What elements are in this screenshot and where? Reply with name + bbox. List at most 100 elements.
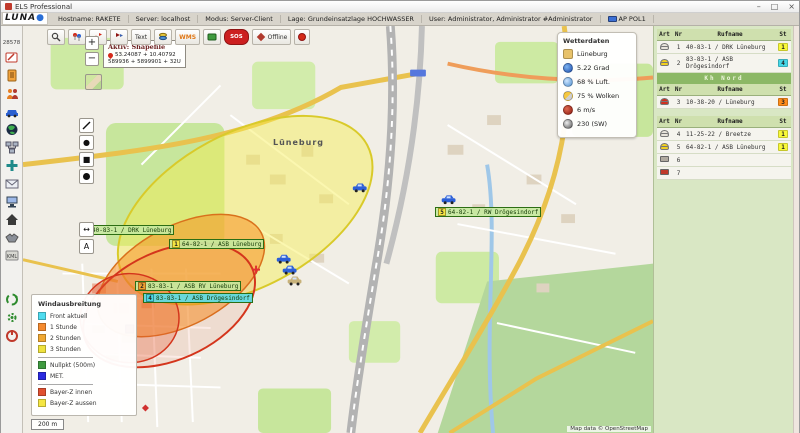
- zoom-in-button[interactable]: +: [85, 36, 99, 50]
- unit-row[interactable]: 7: [657, 167, 791, 180]
- topology-button[interactable]: [2, 138, 21, 156]
- unit-number-badge: 5: [438, 208, 446, 216]
- mail-button[interactable]: [2, 174, 21, 192]
- tablet-button[interactable]: [2, 48, 21, 66]
- ap-field: AP POL1: [601, 15, 654, 23]
- kml-button[interactable]: KML: [2, 246, 21, 264]
- unit-row[interactable]: 6: [657, 154, 791, 167]
- maximize-button[interactable]: □: [771, 3, 779, 11]
- weather-row: 5.22 Grad: [563, 63, 631, 73]
- units-sidebar: Art Nr Rufname St 1 40-83-1 / DRK Lünebu…: [653, 26, 793, 433]
- search-button[interactable]: [47, 29, 65, 45]
- measure-tools: ↔ A: [79, 222, 94, 254]
- record-icon: [298, 33, 306, 41]
- legend-item: Bayer-Z innen: [38, 388, 130, 396]
- helmet-icon: [660, 130, 669, 136]
- units-table-2: Art Nr Rufname St 3 10-38-20 / Lüneburg …: [657, 84, 791, 109]
- measure-button[interactable]: ↔: [79, 222, 94, 237]
- ap-label: AP POL1: [619, 15, 646, 23]
- draw-point-button[interactable]: ●: [79, 135, 94, 150]
- coins-button[interactable]: [154, 29, 172, 45]
- status-badge: 1: [778, 43, 788, 51]
- minimap-button[interactable]: [85, 74, 102, 90]
- luna-logo: LUNA●: [2, 12, 48, 25]
- map-unit-label[interactable]: 164-82-1 / ASB Lüneburg: [169, 239, 264, 249]
- status-badge: 4: [778, 59, 788, 67]
- unit-row[interactable]: 2 83-83-1 / ASB Drögesindorf 4: [657, 54, 791, 73]
- settings-gear-icon[interactable]: [2, 308, 21, 326]
- legend-item: MET.: [38, 372, 130, 380]
- clouds-icon: [563, 91, 573, 101]
- swatch-bayer-aussen: [38, 399, 46, 407]
- swatch-nullpkt: [38, 361, 46, 369]
- wind-direction-icon: [563, 119, 573, 129]
- hostname-field: Hostname: RAKETE: [51, 15, 129, 23]
- app-icon: [5, 3, 12, 10]
- pin-icon: [107, 51, 114, 58]
- weather-row: 6 m/s: [563, 105, 631, 115]
- sync-button[interactable]: [2, 290, 21, 308]
- draw-tools: ● ■: [79, 118, 94, 184]
- weather-row: 68 % Luft.: [563, 77, 631, 87]
- power-button[interactable]: [2, 326, 21, 344]
- latlon-readout: 53.24087 + 10.40792: [115, 52, 176, 58]
- wms-button[interactable]: WMS: [175, 29, 200, 45]
- offline-button[interactable]: Offline: [252, 29, 292, 45]
- layers-button[interactable]: [203, 29, 221, 45]
- map-attribution: Map data © OpenStreetMap: [567, 426, 651, 432]
- section-band: Kh Nord: [657, 73, 791, 84]
- draw-circle-button[interactable]: [79, 169, 94, 184]
- unit-number-badge: 2: [138, 282, 146, 290]
- map-viewport[interactable]: Lüneburg Text WMS SOS Offline + −: [23, 26, 653, 433]
- svg-text:KML: KML: [6, 254, 17, 260]
- weather-row: 75 % Wolken: [563, 91, 631, 101]
- sos-button[interactable]: SOS: [224, 29, 249, 45]
- globe-button[interactable]: [2, 120, 21, 138]
- legend-divider: [38, 357, 93, 358]
- journal-button[interactable]: [2, 66, 21, 84]
- label-text-button[interactable]: A: [79, 239, 94, 254]
- markers-button[interactable]: [68, 29, 86, 45]
- zoom-out-button[interactable]: −: [85, 52, 99, 66]
- legend-item: 2 Stunden: [38, 334, 130, 342]
- server-field: Server: localhost: [129, 15, 199, 23]
- text-tool-button[interactable]: Text: [131, 29, 151, 45]
- status-info-bar: Hostname: RAKETE Server: localhost Modus…: [1, 13, 799, 26]
- legend-item: 1 Stunde: [38, 323, 130, 331]
- handshake-button[interactable]: [2, 228, 21, 246]
- status-badge: 1: [778, 143, 788, 151]
- helmet-icon: [660, 59, 669, 65]
- weather-row: 230 (SW): [563, 119, 631, 129]
- window-title: ELS Professional: [15, 3, 72, 11]
- workstation-button[interactable]: [2, 192, 21, 210]
- unit-row[interactable]: 1 40-83-1 / DRK Lüneburg 1: [657, 41, 791, 54]
- record-button[interactable]: [294, 29, 310, 45]
- units-table-1: Art Nr Rufname St 1 40-83-1 / DRK Lünebu…: [657, 29, 791, 73]
- helmet-icon: [660, 43, 669, 49]
- staff-button[interactable]: [2, 84, 21, 102]
- unit-row[interactable]: 3 10-38-20 / Lüneburg 3: [657, 96, 791, 109]
- weather-panel: Wetterdaten Lüneburg 5.22 Grad 68 % Luft…: [557, 32, 637, 138]
- swatch-1h: [38, 323, 46, 331]
- flag-dark-button[interactable]: [110, 29, 128, 45]
- unit-type-icon: [660, 169, 669, 175]
- draw-line-button[interactable]: [79, 118, 94, 133]
- map-unit-label[interactable]: 283-83-1 / ASB RV Lüneburg: [135, 281, 241, 291]
- unit-row[interactable]: 4 11-25-22 / Breetze 1: [657, 128, 791, 141]
- vehicle-icon: [608, 16, 617, 22]
- wind-speed-icon: [563, 105, 573, 115]
- helmet-icon: [660, 143, 669, 149]
- legend-divider: [38, 384, 93, 385]
- utm-readout: 589936 + 5899901 + 32U: [108, 59, 181, 65]
- close-button[interactable]: ×: [788, 3, 795, 11]
- swatch-3h: [38, 345, 46, 353]
- map-unit-label[interactable]: 564-82-1 / RW Drögesindorf: [435, 207, 541, 217]
- map-unit-label[interactable]: 483-83-1 / ASB Drögesindorf: [143, 293, 253, 303]
- minimize-button[interactable]: –: [757, 3, 761, 11]
- add-button[interactable]: [2, 156, 21, 174]
- unit-number-badge: 1: [172, 240, 180, 248]
- vehicles-button[interactable]: [2, 102, 21, 120]
- draw-rect-button[interactable]: ■: [79, 152, 94, 167]
- unit-row[interactable]: 5 64-82-1 / ASB Lüneburg 1: [657, 141, 791, 154]
- home-button[interactable]: [2, 210, 21, 228]
